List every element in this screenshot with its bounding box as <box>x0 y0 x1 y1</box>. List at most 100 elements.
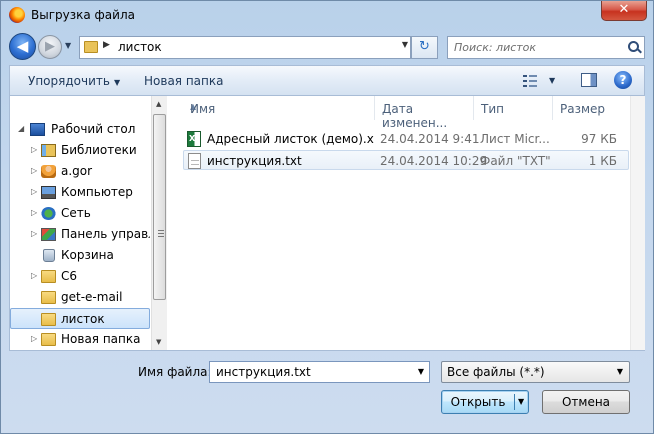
file-type: Лист Micr... <box>480 132 550 146</box>
column-header-label: Дата изменен... <box>382 102 448 130</box>
sidebar-item-c6[interactable]: ▷ C6 <box>10 266 150 287</box>
tree-collapsed-icon[interactable]: ▷ <box>31 334 37 343</box>
file-type-filter-value: Все файлы (*.*) <box>447 365 545 379</box>
tree-collapsed-icon[interactable]: ▷ <box>31 187 37 196</box>
browser-area: ◢ Рабочий стол ▷ Библиотеки ▷ a.gor ▷ Ко… <box>9 95 645 351</box>
file-row[interactable]: X Адресный листок (демо).xls 24.04.2014 … <box>183 129 629 149</box>
user-folder-icon <box>41 165 56 178</box>
sidebar-item-user[interactable]: ▷ a.gor <box>10 161 150 182</box>
filename-value: инструкция.txt <box>216 365 311 379</box>
navigation-scrollbar[interactable]: ▲ ▼ <box>151 96 167 350</box>
file-date: 24.04.2014 9:41 <box>380 132 480 146</box>
column-header-name[interactable]: ▲ Имя <box>183 96 375 120</box>
folder-icon <box>41 291 56 304</box>
tree-collapsed-icon[interactable]: ▷ <box>31 145 37 154</box>
sidebar-item-label: Корзина <box>61 248 114 262</box>
file-type: Файл "TXT" <box>480 154 551 168</box>
recent-locations-button[interactable]: ▼ <box>65 41 75 51</box>
file-upload-dialog: Выгрузка файла ✕ ◀ ▶ ▼ ▶ листок ▼ ↻ Поис… <box>0 0 654 434</box>
navigation-pane: ◢ Рабочий стол ▷ Библиотеки ▷ a.gor ▷ Ко… <box>10 96 150 350</box>
sidebar-item-desktop[interactable]: ◢ Рабочий стол <box>10 119 150 140</box>
address-bar[interactable]: ▶ листок ▼ <box>79 36 411 59</box>
search-input[interactable]: Поиск: листок <box>447 36 645 59</box>
sidebar-item-computer[interactable]: ▷ Компьютер <box>10 182 150 203</box>
tree-collapsed-icon[interactable]: ▷ <box>31 229 37 238</box>
search-icon[interactable] <box>628 41 639 52</box>
sidebar-item-label: Рабочий стол <box>51 122 136 136</box>
file-list-scrollbar[interactable] <box>630 96 645 350</box>
scrollbar-thumb[interactable] <box>153 114 166 300</box>
help-icon[interactable]: ? <box>614 71 632 89</box>
sidebar-item-network[interactable]: ▷ Сеть <box>10 203 150 224</box>
tree-expanded-icon[interactable]: ◢ <box>18 124 24 133</box>
folder-icon <box>84 41 98 53</box>
tree-collapsed-icon[interactable]: ▷ <box>31 208 37 217</box>
sidebar-item-libraries[interactable]: ▷ Библиотеки <box>10 140 150 161</box>
file-size: 97 КБ <box>581 132 617 146</box>
sidebar-item-label: листок <box>61 312 105 326</box>
chevron-down-icon[interactable]: ▼ <box>418 367 424 376</box>
open-button[interactable]: Открыть ▼ <box>441 390 529 414</box>
file-name: Адресный листок (демо).xls <box>207 132 375 146</box>
sidebar-item-label: Новая папка <box>61 332 141 346</box>
scroll-up-icon[interactable]: ▲ <box>156 100 161 108</box>
preview-pane-icon[interactable] <box>581 73 597 87</box>
column-header-label: Размер <box>560 102 606 116</box>
file-list: ▲ Имя Дата изменен... Тип Размер X Адрес… <box>170 96 630 350</box>
cancel-button[interactable]: Отмена <box>542 390 630 414</box>
close-button[interactable]: ✕ <box>601 1 647 21</box>
column-header-size[interactable]: Размер <box>553 96 629 120</box>
column-header-date[interactable]: Дата изменен... <box>375 96 474 130</box>
desktop-icon <box>30 123 45 136</box>
control-panel-icon <box>41 228 56 241</box>
organize-button[interactable]: Упорядочить ▼ <box>28 74 120 88</box>
sidebar-item-label: get-e-mail <box>61 290 123 304</box>
sidebar-item-control-panel[interactable]: ▷ Панель управле <box>10 224 150 245</box>
libraries-icon <box>41 144 56 157</box>
file-name: инструкция.txt <box>207 154 302 168</box>
recycle-bin-icon <box>43 249 55 262</box>
excel-file-icon: X <box>187 131 201 147</box>
close-icon: ✕ <box>618 2 630 17</box>
scroll-down-icon[interactable]: ▼ <box>156 338 161 346</box>
filename-input[interactable]: инструкция.txt ▼ <box>209 361 430 383</box>
grip-icon <box>158 230 164 237</box>
file-date: 24.04.2014 10:29 <box>380 154 488 168</box>
breadcrumb-segment[interactable]: листок <box>118 40 162 54</box>
file-type-filter[interactable]: Все файлы (*.*) ▼ <box>441 361 630 383</box>
sidebar-item-label: Библиотеки <box>61 143 137 157</box>
view-dropdown-icon[interactable]: ▼ <box>549 76 555 85</box>
folder-icon <box>41 333 56 346</box>
back-button[interactable]: ◀ <box>9 33 36 60</box>
tree-collapsed-icon[interactable]: ▷ <box>31 166 37 175</box>
sidebar-item-listok[interactable]: листок <box>10 308 150 329</box>
column-header-type[interactable]: Тип <box>474 96 553 120</box>
navigation-bar: ◀ ▶ ▼ ▶ листок ▼ ↻ Поиск: листок <box>1 31 653 61</box>
open-options-icon[interactable]: ▼ <box>518 391 524 413</box>
column-header-label: Имя <box>190 102 216 116</box>
sidebar-item-label: Панель управле <box>61 227 150 241</box>
refresh-button[interactable]: ↻ <box>411 36 438 59</box>
tree-collapsed-icon[interactable]: ▷ <box>31 271 37 280</box>
firefox-icon <box>9 7 25 23</box>
sidebar-item-new-folder[interactable]: ▷ Новая папка <box>10 329 150 350</box>
new-folder-button[interactable]: Новая папка <box>144 74 223 88</box>
filename-label: Имя файла: <box>138 365 212 379</box>
sidebar-item-get-e-mail[interactable]: get-e-mail <box>10 287 150 308</box>
command-bar: Упорядочить ▼ Новая папка ▼ ? <box>9 65 645 95</box>
sidebar-item-recycle-bin[interactable]: Корзина <box>10 245 150 266</box>
split-divider <box>514 394 515 410</box>
title-bar: Выгрузка файла ✕ <box>1 1 653 31</box>
window-title: Выгрузка файла <box>31 8 135 22</box>
address-dropdown-icon[interactable]: ▼ <box>402 40 408 49</box>
file-row[interactable]: инструкция.txt 24.04.2014 10:29 Файл "TX… <box>183 150 629 170</box>
sidebar-item-label: C6 <box>61 269 78 283</box>
search-placeholder: Поиск: листок <box>454 41 537 54</box>
column-header-label: Тип <box>481 102 504 116</box>
forward-button[interactable]: ▶ <box>38 35 62 59</box>
breadcrumb-arrow-icon[interactable]: ▶ <box>103 40 110 50</box>
organize-label: Упорядочить <box>28 74 110 88</box>
view-options-icon[interactable] <box>523 75 537 87</box>
folder-icon <box>41 313 56 326</box>
chevron-down-icon: ▼ <box>616 367 623 376</box>
